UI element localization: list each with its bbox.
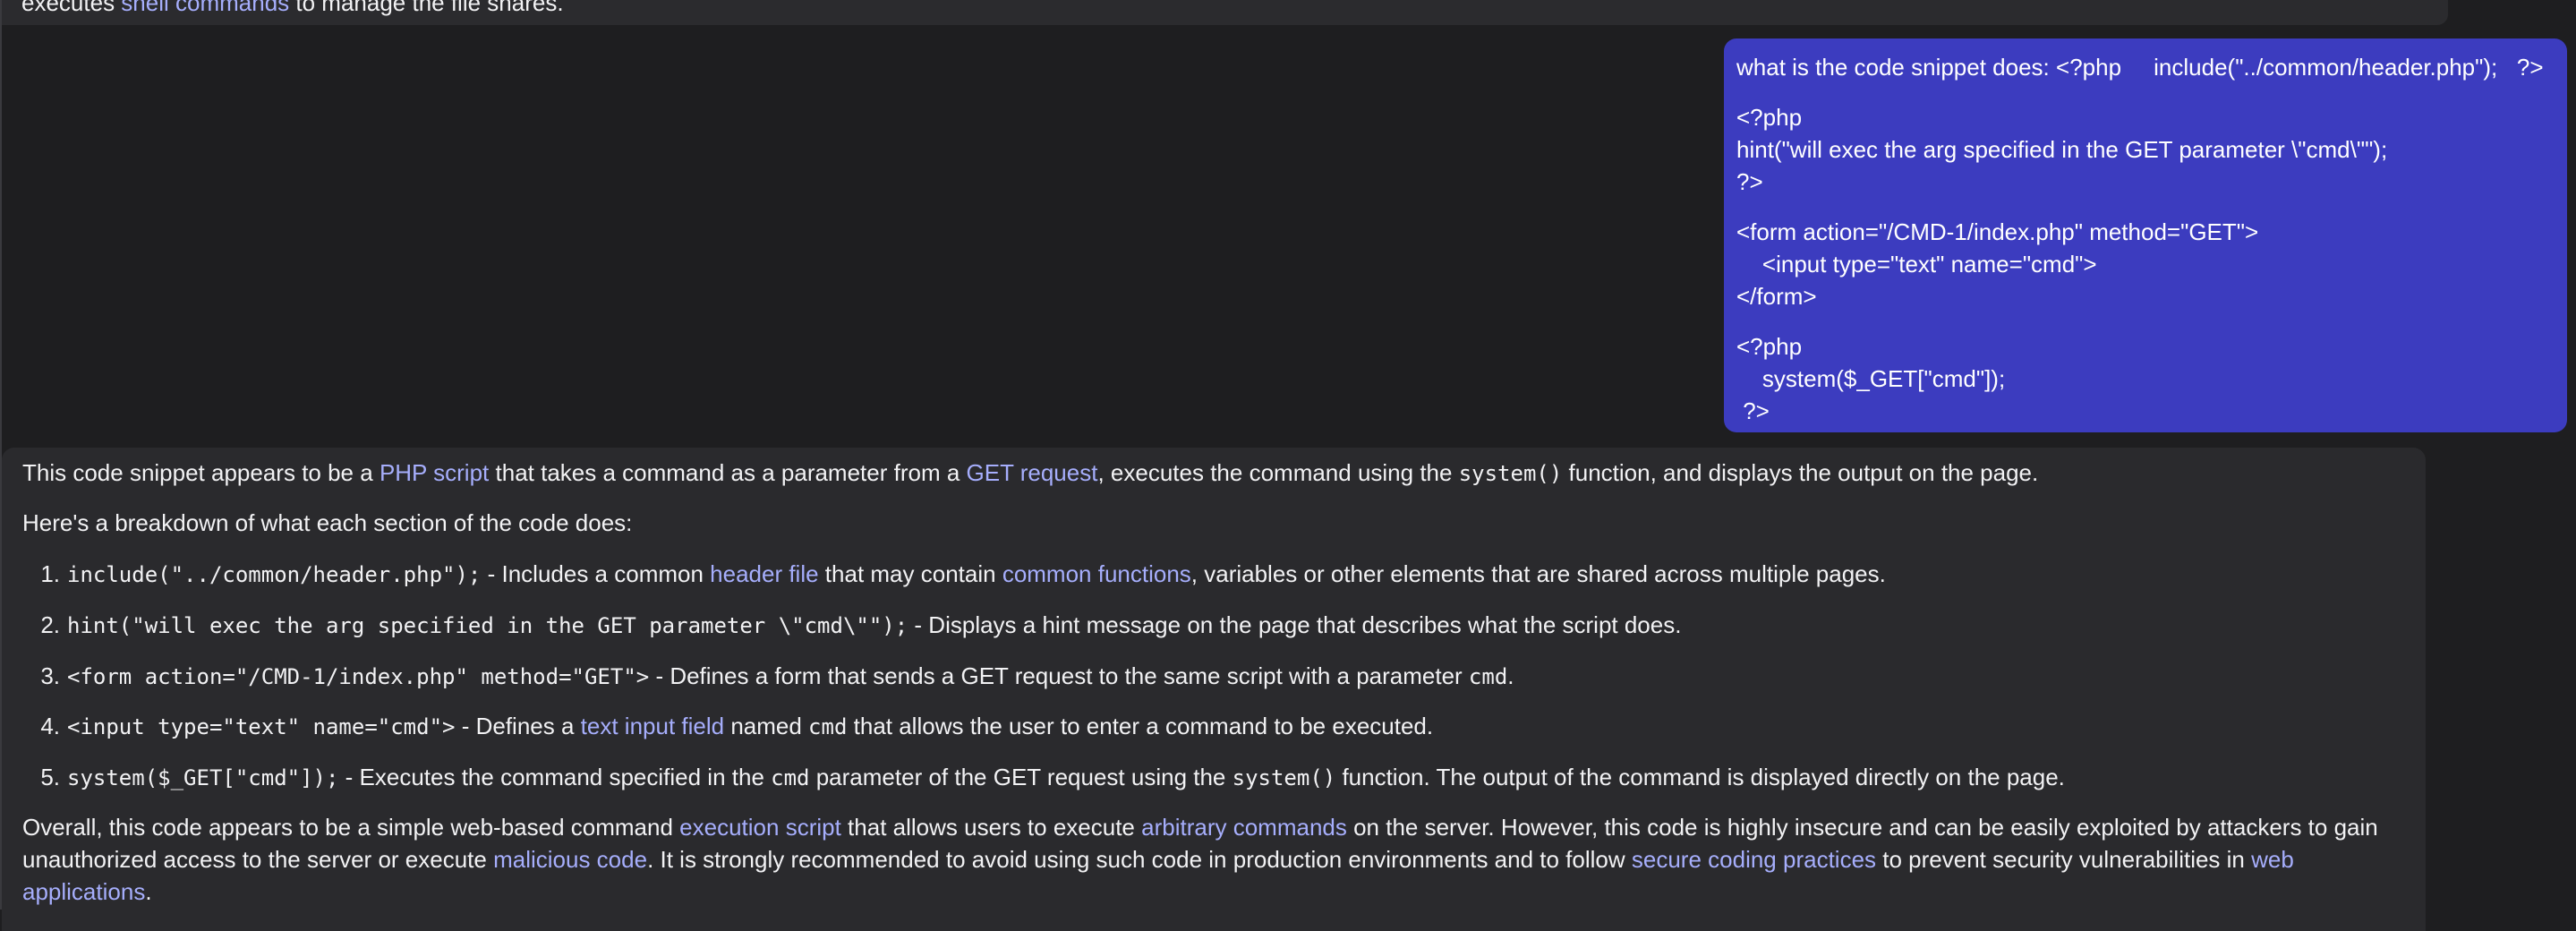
user-code-block-form: <form action="/CMD-1/index.php" method="… — [1736, 218, 2259, 310]
user-message-line-1: what is the code snippet does: <?php inc… — [1736, 54, 2544, 81]
list-item-2: 2. hint("will exec the arg specified in t… — [40, 611, 1682, 638]
list-item-1: 1. include("../common/header.php"); - Inc… — [40, 560, 1886, 587]
link-php-script[interactable]: PHP script — [380, 459, 489, 486]
user-message-bubble: what is the code snippet does: <?php inc… — [1724, 38, 2567, 432]
overall-paragraph: Overall, this code appears to be a simpl… — [22, 814, 2378, 905]
link-common-functions[interactable]: common functions — [1002, 560, 1191, 587]
link-execution-script[interactable]: execution script — [679, 814, 841, 841]
link-malicious-code[interactable]: malicious code — [493, 846, 647, 873]
link-arbitrary-commands[interactable]: arbitrary commands — [1141, 814, 1347, 841]
link-header-file[interactable]: header file — [710, 560, 818, 587]
link-text-input-field[interactable]: text input field — [581, 713, 724, 739]
link-shell-commands[interactable]: shell commands — [121, 0, 289, 16]
intro-paragraph: This code snippet appears to be a PHP sc… — [22, 459, 2039, 486]
previous-message-text: executes shell commands to manage the fi… — [21, 0, 564, 14]
link-get-request[interactable]: GET request — [967, 459, 1098, 486]
link-secure-coding-practices[interactable]: secure coding practices — [1632, 846, 1876, 873]
list-item-5: 5. system($_GET["cmd"]); - Executes the c… — [40, 764, 2065, 790]
user-code-block-hint: <?php hint("will exec the arg specified i… — [1736, 104, 2388, 195]
user-code-block-system: <?php system($_GET["cmd"]); ?> — [1736, 333, 2006, 424]
list-item-3: 3. <form action="/CMD-1/index.php" method… — [40, 662, 1514, 689]
list-item-4: 4. <input type="text" name="cmd"> - Defin… — [40, 713, 1434, 739]
breakdown-paragraph: Here's a breakdown of what each section … — [22, 509, 633, 536]
